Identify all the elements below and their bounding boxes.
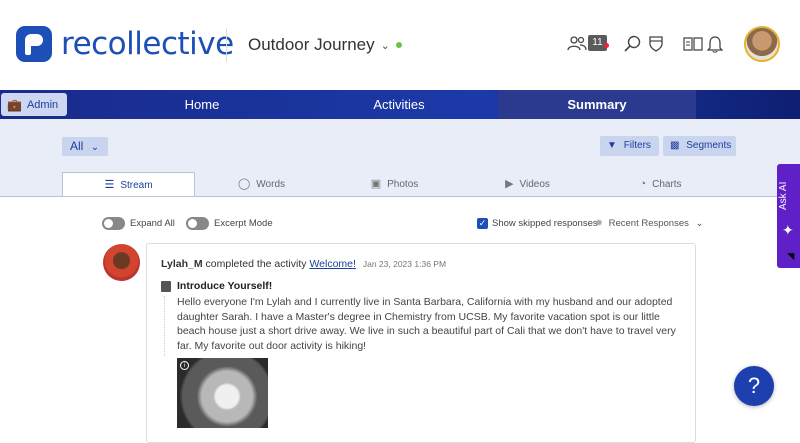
response-photo[interactable]: i	[177, 358, 268, 428]
search-icon[interactable]	[624, 35, 642, 53]
brand-name: recollective	[61, 26, 234, 62]
tab-label: Stream	[120, 179, 153, 191]
expand-all-toggle[interactable]	[102, 217, 125, 230]
excerpt-mode-toggle[interactable]	[186, 217, 209, 230]
nav-activities[interactable]: Activities	[300, 90, 498, 119]
project-selector[interactable]: Outdoor Journey ⌄	[248, 35, 402, 55]
show-skipped-label: Show skipped responses	[492, 218, 598, 229]
all-filter-dropdown[interactable]: All ⌄	[62, 137, 108, 156]
pie-icon: ◔	[639, 178, 647, 190]
loading-icon: ✹	[595, 218, 603, 229]
post-header: Lylah_M completed the activity Welcome! …	[161, 258, 446, 270]
admin-button[interactable]: 💼 Admin	[1, 93, 67, 116]
post-author[interactable]: Lylah_M	[161, 258, 203, 270]
info-icon[interactable]: i	[180, 361, 189, 370]
clapperboard-icon	[161, 281, 171, 292]
image-icon: ▣	[370, 178, 382, 190]
logo-mark-icon	[16, 26, 52, 62]
sort-dropdown[interactable]: ✹ Recent Responses ⌄	[595, 218, 704, 229]
tab-label: Charts	[652, 179, 682, 190]
chevron-down-icon: ⌄	[90, 142, 100, 153]
user-avatar[interactable]	[744, 26, 780, 62]
expand-all-label: Expand All	[130, 218, 175, 229]
tab-stream[interactable]: ☰ Stream	[62, 172, 195, 197]
book-icon[interactable]	[683, 36, 703, 52]
bell-icon[interactable]	[707, 35, 723, 53]
post-author-avatar[interactable]	[103, 244, 140, 281]
project-name: Outdoor Journey	[248, 35, 375, 54]
response-text: Hello everyone I'm Lylah and I currently…	[177, 296, 676, 352]
tab-words[interactable]: ◯ Words	[195, 172, 328, 197]
post-date: Jan 23, 2023 1:36 PM	[362, 259, 447, 269]
chevron-down-icon: ⌄	[380, 39, 390, 52]
tab-photos[interactable]: ▣ Photos	[328, 172, 461, 197]
people-icon[interactable]	[567, 35, 587, 51]
sparkle-icon: ✦	[782, 222, 794, 238]
app-header: recollective Outdoor Journey ⌄ 11	[0, 0, 800, 90]
tab-label: Words	[256, 179, 286, 190]
shield-icon[interactable]	[648, 35, 664, 53]
view-tabs: ☰ Stream ◯ Words ▣ Photos ▶ Videos ◔ Cha…	[0, 172, 800, 197]
funnel-icon: ▼	[607, 140, 617, 151]
excerpt-mode-label: Excerpt Mode	[214, 218, 273, 229]
chat-icon: ◯	[237, 178, 251, 190]
list-icon: ☰	[104, 178, 115, 191]
nav-home[interactable]: Home	[102, 90, 302, 119]
brand-logo[interactable]: recollective	[16, 26, 234, 62]
thread-line	[164, 296, 165, 356]
tab-label: Videos	[519, 179, 550, 190]
tab-videos[interactable]: ▶ Videos	[461, 172, 594, 197]
admin-label: Admin	[26, 98, 59, 111]
alert-dot	[604, 43, 609, 48]
show-skipped-checkbox[interactable]: ✓	[477, 218, 488, 229]
status-dot	[395, 42, 402, 48]
tab-charts[interactable]: ◔ Charts	[594, 172, 727, 197]
all-label: All	[70, 139, 84, 153]
tab-label: Photos	[387, 179, 419, 190]
video-icon: ▶	[505, 178, 514, 190]
header-divider	[226, 28, 227, 62]
sort-label: Recent Responses	[608, 218, 689, 229]
question-title: Introduce Yourself!	[177, 280, 273, 292]
chevron-down-icon: ⌄	[695, 218, 704, 229]
filters-label: Filters	[623, 140, 651, 151]
post-action: completed the activity	[205, 258, 307, 270]
segments-button[interactable]: ▩ Segments	[663, 136, 736, 156]
nav-summary[interactable]: Summary	[498, 90, 696, 119]
tab-divider	[0, 196, 780, 197]
segments-icon: ▩	[670, 140, 680, 151]
help-button[interactable]: ?	[734, 366, 774, 406]
ask-ai-label: Ask AI	[778, 181, 789, 210]
briefcase-icon: 💼	[7, 97, 22, 112]
filters-button[interactable]: ▼ Filters	[600, 136, 659, 156]
activity-link[interactable]: Welcome!	[309, 258, 356, 270]
main-nav: 💼 Admin Home Activities Summary	[0, 90, 800, 119]
segments-label: Segments	[686, 140, 732, 151]
